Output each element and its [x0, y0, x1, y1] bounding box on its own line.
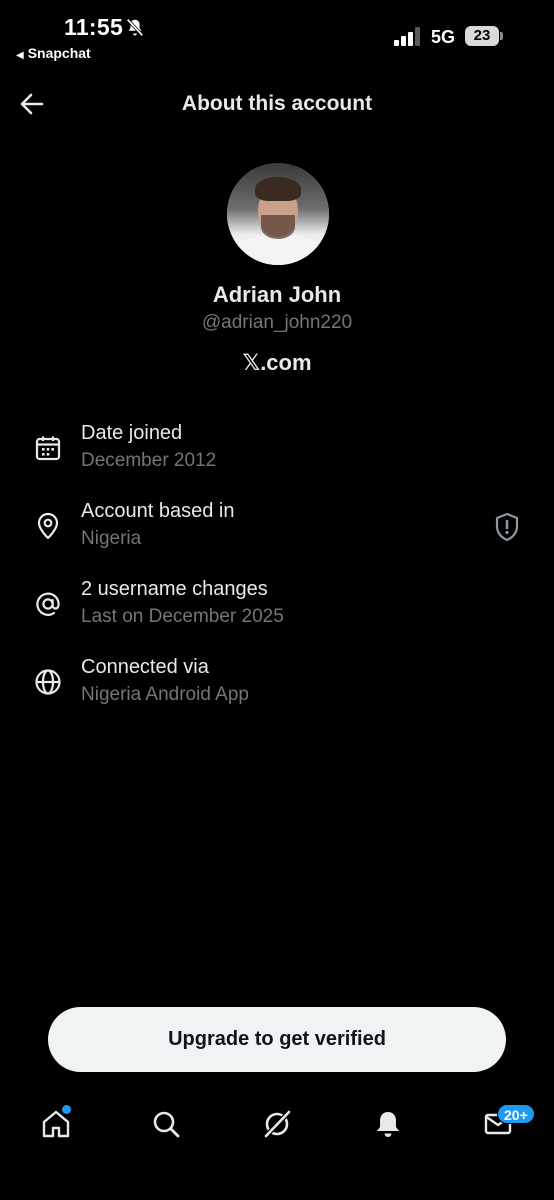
info-title: Account based in: [81, 500, 235, 522]
status-bar: 11:55 ◀ Snapchat 5G 23: [0, 0, 554, 66]
back-app-label: Snapchat: [27, 45, 91, 61]
notifications-icon[interactable]: [372, 1108, 404, 1140]
info-date-joined: Date joined December 2012: [0, 422, 554, 482]
battery-level: 23: [473, 27, 491, 44]
display-name: Adrian John: [212, 282, 342, 307]
silent-bell-icon: [126, 18, 144, 37]
page-title: About this account: [181, 92, 373, 115]
info-title: 2 username changes: [81, 578, 268, 600]
cellular-signal-icon: [394, 26, 422, 46]
about-account-screen: 11:55 ◀ Snapchat 5G 23 About this account: [0, 0, 554, 1200]
x-logo-mark: 𝕏: [242, 351, 261, 376]
location-pin-icon: [37, 512, 59, 540]
globe-icon: [35, 669, 61, 695]
x-domain-label: 𝕏.com: [0, 350, 554, 376]
messages-badge: 20+: [497, 1104, 535, 1124]
shield-alert-icon[interactable]: [494, 512, 520, 542]
info-subtitle: Last on December 2025: [81, 606, 284, 627]
bottom-nav: [0, 1094, 554, 1154]
home-unread-dot: [62, 1105, 71, 1114]
avatar[interactable]: [227, 163, 329, 265]
calendar-icon: [35, 436, 61, 461]
search-icon[interactable]: [150, 1108, 182, 1140]
user-handle: @adrian_john220: [201, 312, 353, 333]
battery-icon: 23: [465, 26, 503, 46]
info-subtitle: December 2012: [81, 450, 217, 471]
info-subtitle: Nigeria Android App: [81, 684, 249, 705]
info-account-location: Account based in Nigeria: [0, 500, 554, 560]
network-type: 5G: [431, 27, 456, 47]
back-triangle-icon: ◀: [16, 50, 24, 61]
info-title: Date joined: [81, 422, 183, 444]
back-to-app-link[interactable]: ◀ Snapchat: [16, 45, 91, 61]
info-connected-via: Connected via Nigeria Android App: [0, 656, 554, 716]
grok-icon[interactable]: [261, 1108, 293, 1140]
status-time: 11:55: [64, 14, 124, 40]
at-sign-icon: [36, 592, 60, 616]
domain-suffix: .com: [260, 350, 312, 375]
upgrade-verified-button[interactable]: Upgrade to get verified: [48, 1007, 506, 1072]
info-username-changes: 2 username changes Last on December 2025: [0, 578, 554, 638]
info-subtitle: Nigeria: [81, 528, 142, 549]
info-title: Connected via: [81, 656, 209, 678]
